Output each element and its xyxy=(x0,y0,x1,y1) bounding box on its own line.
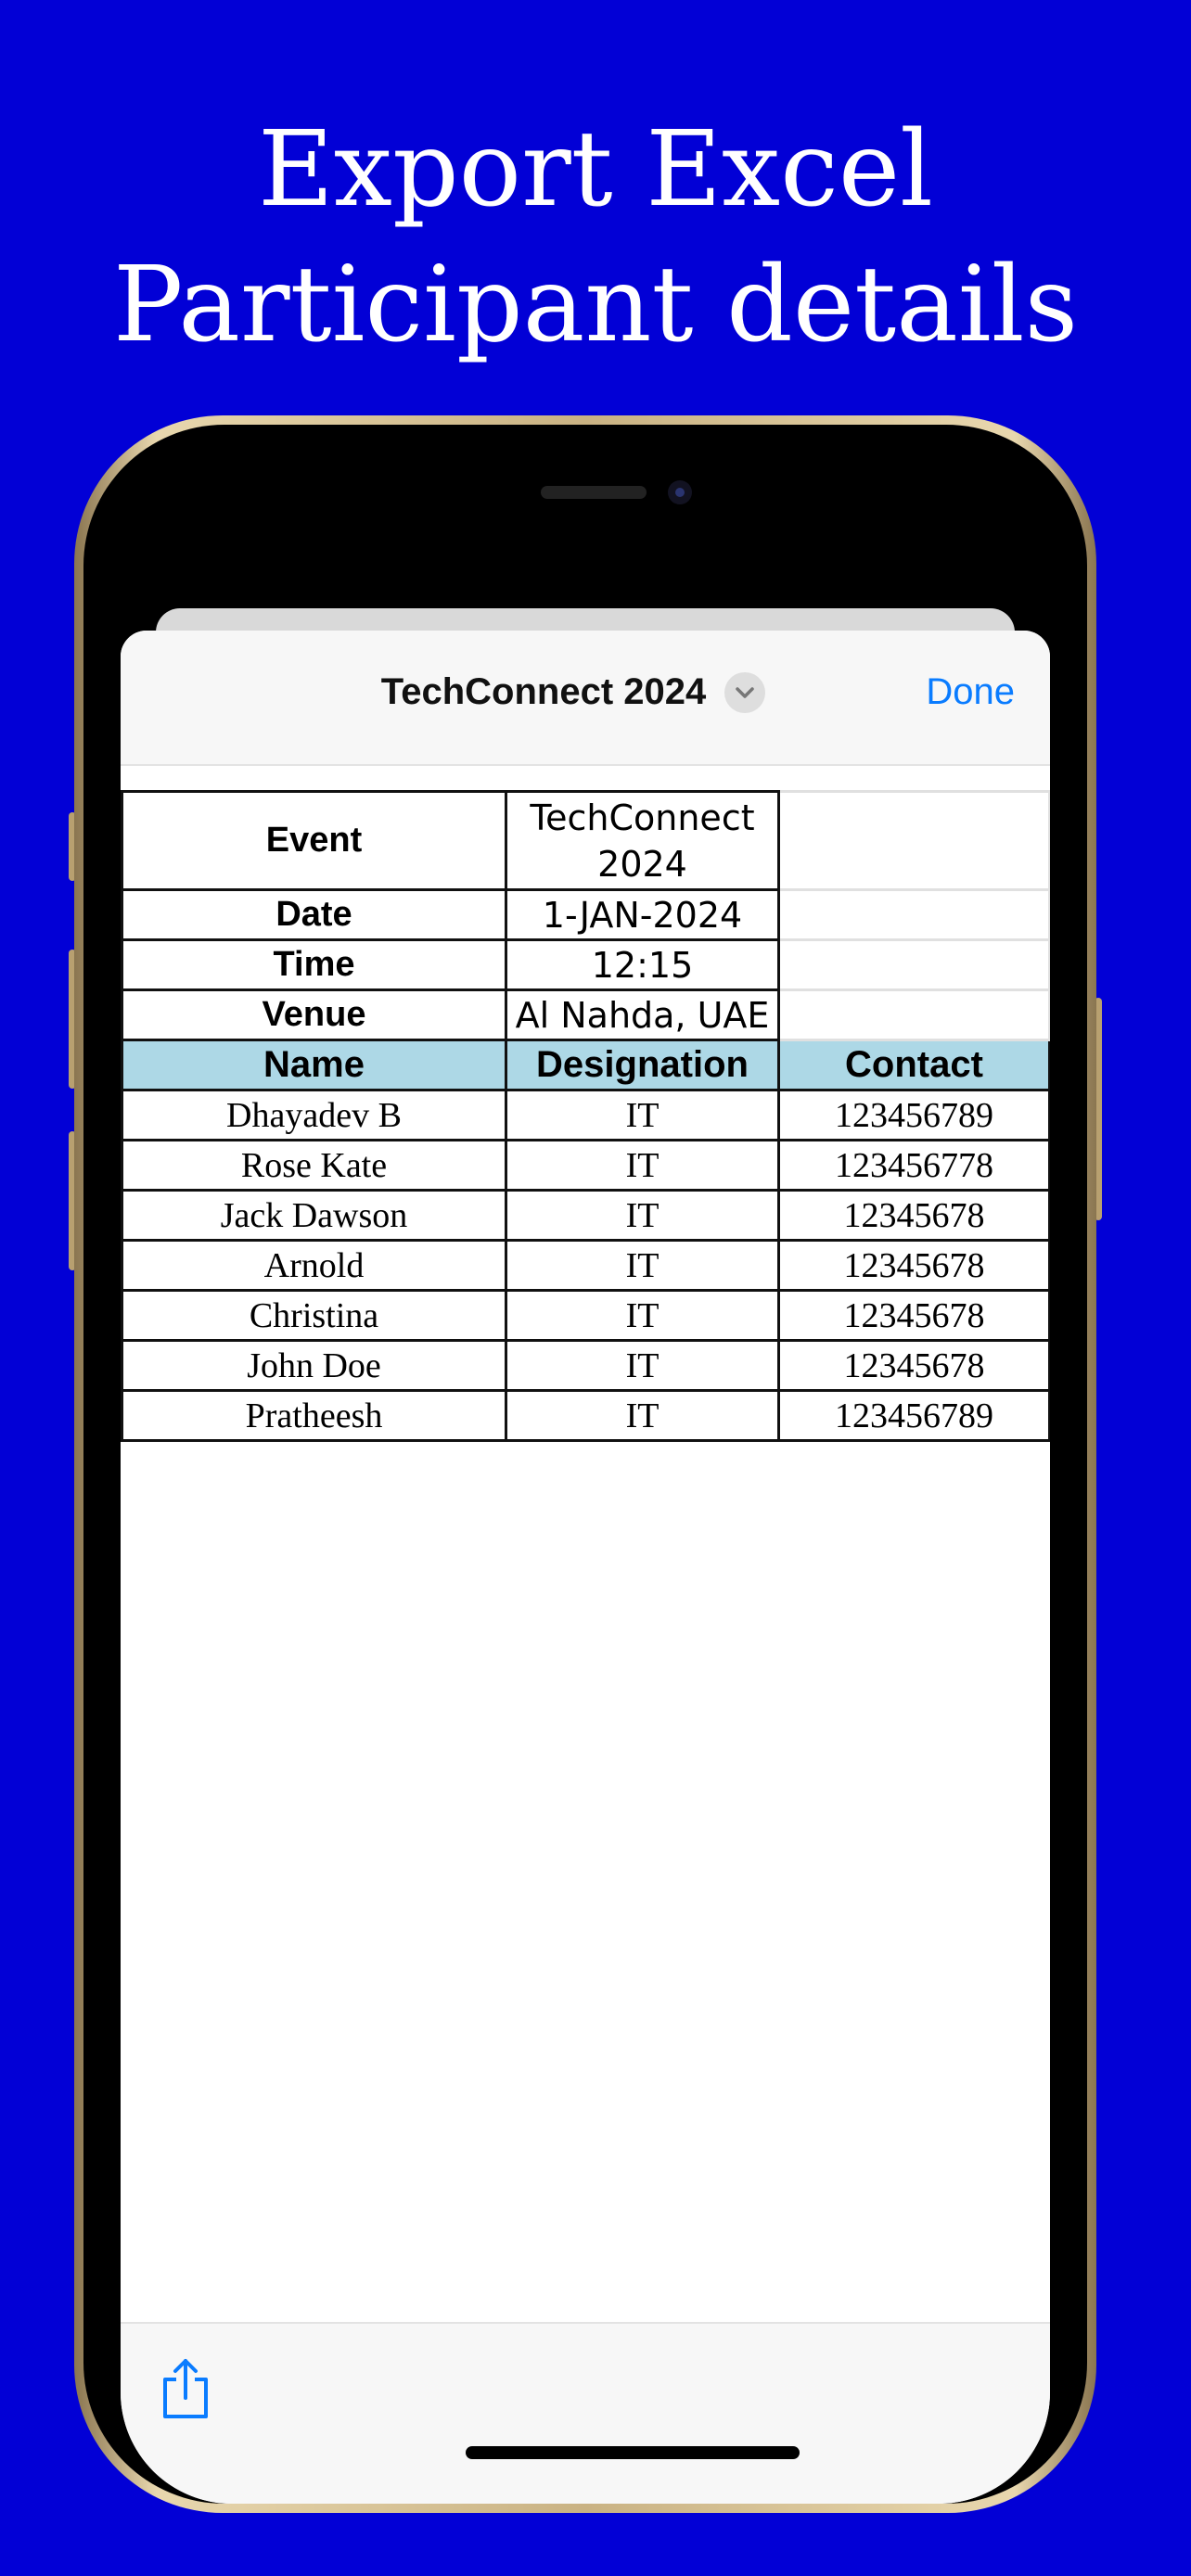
navigation-bar: TechConnect 2024 Done xyxy=(121,631,1050,766)
nav-title-wrap: TechConnect 2024 xyxy=(121,671,1050,713)
cell-designation: IT xyxy=(505,1189,780,1242)
empty-cell xyxy=(777,988,1050,1041)
bottom-toolbar xyxy=(121,2322,1050,2504)
cell-designation: IT xyxy=(505,1389,780,1442)
venue-label: Venue xyxy=(121,988,507,1041)
cell-contact: 123456789 xyxy=(777,1389,1050,1442)
cell-name: Pratheesh xyxy=(121,1389,507,1442)
cell-contact: 12345678 xyxy=(777,1339,1050,1392)
empty-cell xyxy=(777,790,1050,891)
empty-cell xyxy=(777,938,1050,991)
cell-contact: 123456789 xyxy=(777,1089,1050,1141)
cell-designation: IT xyxy=(505,1089,780,1141)
document-title: TechConnect 2024 xyxy=(380,671,707,712)
time-row: Time 12:15 xyxy=(121,938,1050,991)
event-row: Event TechConnect 2024 xyxy=(121,790,1050,891)
event-label: Event xyxy=(121,790,507,891)
share-icon[interactable] xyxy=(158,2357,213,2422)
table-row: John Doe IT 12345678 xyxy=(121,1339,1050,1392)
cell-name: Rose Kate xyxy=(121,1139,507,1192)
table-row: Rose Kate IT 123456778 xyxy=(121,1139,1050,1192)
headline-line-1: Export Excel xyxy=(258,109,933,230)
table-header: Name Designation Contact xyxy=(121,1039,1050,1091)
header-name: Name xyxy=(121,1039,507,1091)
time-label: Time xyxy=(121,938,507,991)
event-value-line-1: TechConnect xyxy=(530,797,755,838)
table-row: Christina IT 12345678 xyxy=(121,1289,1050,1342)
header-contact: Contact xyxy=(777,1039,1050,1091)
cell-contact: 12345678 xyxy=(777,1239,1050,1292)
done-button[interactable]: Done xyxy=(926,671,1015,713)
date-row: Date 1-JAN-2024 xyxy=(121,888,1050,941)
table-row: Jack Dawson IT 12345678 xyxy=(121,1189,1050,1242)
venue-value: Al Nahda, UAE xyxy=(505,988,780,1041)
home-indicator[interactable] xyxy=(466,2446,800,2459)
date-label: Date xyxy=(121,888,507,941)
event-value-line-2: 2024 xyxy=(597,843,687,885)
cell-designation: IT xyxy=(505,1289,780,1342)
cell-name: Christina xyxy=(121,1289,507,1342)
earpiece xyxy=(541,486,647,499)
phone-screen: TechConnect 2024 Done Event TechConnect … xyxy=(83,425,1087,2504)
empty-cell xyxy=(777,888,1050,941)
front-camera xyxy=(668,480,692,504)
time-value: 12:15 xyxy=(505,938,780,991)
header-designation: Designation xyxy=(505,1039,780,1091)
phone-frame: TechConnect 2024 Done Event TechConnect … xyxy=(74,415,1096,2513)
cell-name: John Doe xyxy=(121,1339,507,1392)
cell-contact: 123456778 xyxy=(777,1139,1050,1192)
venue-row: Venue Al Nahda, UAE xyxy=(121,988,1050,1041)
table-row: Pratheesh IT 123456789 xyxy=(121,1389,1050,1442)
event-value: TechConnect 2024 xyxy=(505,790,780,891)
chevron-down-icon[interactable] xyxy=(724,671,766,713)
cell-designation: IT xyxy=(505,1139,780,1192)
cell-name: Jack Dawson xyxy=(121,1189,507,1242)
table-row: Arnold IT 12345678 xyxy=(121,1239,1050,1292)
cell-name: Dhayadev B xyxy=(121,1089,507,1141)
title-menu[interactable]: TechConnect 2024 xyxy=(381,671,766,713)
cell-designation: IT xyxy=(505,1239,780,1292)
cell-contact: 12345678 xyxy=(777,1289,1050,1342)
headline-line-2: Participant details xyxy=(112,245,1079,365)
table-row: Dhayadev B IT 123456789 xyxy=(121,1089,1050,1141)
preview-sheet: TechConnect 2024 Done Event TechConnect … xyxy=(121,631,1050,2504)
headline: Export Excel Participant details xyxy=(0,102,1191,373)
cell-designation: IT xyxy=(505,1339,780,1392)
cell-contact: 12345678 xyxy=(777,1189,1050,1242)
spreadsheet: Event TechConnect 2024 Date 1-JAN-2024 T xyxy=(121,790,1050,1442)
cell-name: Arnold xyxy=(121,1239,507,1292)
date-value: 1-JAN-2024 xyxy=(505,888,780,941)
